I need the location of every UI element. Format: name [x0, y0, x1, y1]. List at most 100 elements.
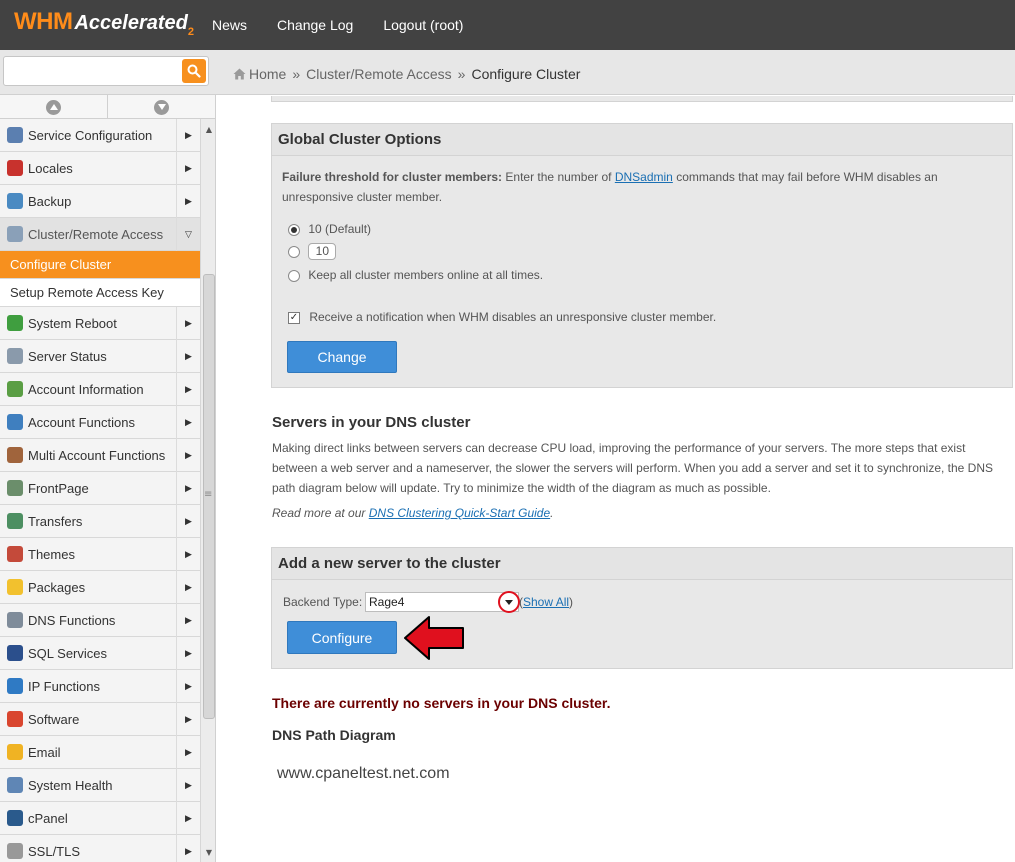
dns-path-diagram-title: DNS Path Diagram: [272, 727, 396, 743]
sidebar-item-locales[interactable]: Locales ▶: [0, 152, 200, 185]
chevron-right-icon[interactable]: ▶: [176, 769, 200, 802]
sidebar-item-cpanel[interactable]: cPanel ▶: [0, 802, 200, 835]
chevron-right-icon[interactable]: ▶: [176, 670, 200, 703]
sidebar-item-system-reboot[interactable]: System Reboot ▶: [0, 307, 200, 340]
chevron-right-icon[interactable]: ▶: [176, 373, 200, 406]
sidebar-item-label: FrontPage: [28, 480, 89, 496]
chevron-down-icon[interactable]: ▽: [176, 218, 200, 251]
nav-change-log[interactable]: Change Log: [277, 17, 353, 33]
radio-default-row[interactable]: 10 (Default): [288, 219, 371, 239]
sidebar-item-label: Service Configuration: [28, 127, 153, 143]
sidebar-subitem-configure-cluster[interactable]: Configure Cluster: [0, 251, 200, 279]
sidebar-item-dns-functions[interactable]: DNS Functions ▶: [0, 604, 200, 637]
chevron-right-icon[interactable]: ▶: [176, 835, 200, 862]
radio-default[interactable]: [288, 223, 300, 236]
search-input[interactable]: [6, 59, 178, 83]
chevron-right-icon[interactable]: ▶: [176, 736, 200, 769]
sidebar-item-multi-account-functions[interactable]: Multi Account Functions ▶: [0, 439, 200, 472]
account-info-icon: [7, 381, 23, 397]
sidebar-item-ssl-tls[interactable]: SSL/TLS ▶: [0, 835, 200, 862]
previous-panel-edge: [271, 96, 1013, 102]
nav-news[interactable]: News: [212, 17, 247, 33]
scroll-up-arrow-icon[interactable]: ▲: [201, 123, 215, 137]
sidebar-scroll-down-button[interactable]: [108, 95, 215, 119]
sidebar-item-transfers[interactable]: Transfers ▶: [0, 505, 200, 538]
sidebar-item-email[interactable]: Email ▶: [0, 736, 200, 769]
chevron-right-icon[interactable]: ▶: [176, 637, 200, 670]
sidebar-item-ip-functions[interactable]: IP Functions ▶: [0, 670, 200, 703]
whm-logo[interactable]: WHM Accelerated2: [14, 8, 194, 42]
sidebar-menu: Service Configuration ▶ Locales ▶ Backup ▶ Clu…: [0, 119, 200, 862]
chevron-right-icon[interactable]: ▶: [176, 340, 200, 373]
sidebar-item-backup[interactable]: Backup ▶: [0, 185, 200, 218]
notify-checkbox[interactable]: ✓: [288, 311, 300, 324]
failure-threshold-label: Failure threshold for cluster members:: [282, 170, 503, 184]
health-icon: [7, 777, 23, 793]
read-more-line: Read more at our DNS Clustering Quick-St…: [272, 503, 553, 523]
sidebar-item-frontpage[interactable]: FrontPage ▶: [0, 472, 200, 505]
sidebar-item-software[interactable]: Software ▶: [0, 703, 200, 736]
chevron-right-icon[interactable]: ▶: [176, 472, 200, 505]
chevron-right-icon[interactable]: ▶: [176, 307, 200, 340]
account-functions-icon: [7, 414, 23, 430]
main-content: Global Cluster Options Failure threshold…: [216, 96, 1015, 862]
sidebar-item-system-health[interactable]: System Health ▶: [0, 769, 200, 802]
radio-custom-row[interactable]: 10: [288, 241, 337, 261]
breadcrumb-separator: »: [457, 66, 466, 82]
sidebar-item-packages[interactable]: Packages ▶: [0, 571, 200, 604]
sidebar: Service Configuration ▶ Locales ▶ Backup ▶ Clu…: [0, 95, 216, 862]
nav-logout[interactable]: Logout (root): [383, 17, 463, 33]
custom-threshold-input[interactable]: 10: [308, 243, 337, 261]
chevron-right-icon[interactable]: ▶: [176, 119, 200, 152]
search-button[interactable]: [182, 59, 206, 83]
radio-default-label: 10 (Default): [308, 222, 372, 236]
show-all-link[interactable]: Show All: [523, 595, 569, 609]
breadcrumb: Home » Cluster/Remote Access » Configure…: [233, 66, 580, 82]
no-servers-message: There are currently no servers in your D…: [272, 695, 611, 711]
chevron-right-icon[interactable]: ▶: [176, 152, 200, 185]
sidebar-item-cluster-remote-access[interactable]: Cluster/Remote Access ▽: [0, 218, 200, 251]
scroll-down-arrow-icon[interactable]: ▼: [201, 846, 215, 860]
chevron-right-icon[interactable]: ▶: [176, 538, 200, 571]
themes-icon: [7, 546, 23, 562]
chevron-right-icon[interactable]: ▶: [176, 802, 200, 835]
sidebar-scroll-up-button[interactable]: [0, 95, 108, 119]
radio-custom[interactable]: [288, 245, 300, 258]
chevron-right-icon[interactable]: ▶: [176, 406, 200, 439]
notify-row[interactable]: ✓ Receive a notification when WHM disabl…: [288, 307, 716, 327]
sidebar-item-themes[interactable]: Themes ▶: [0, 538, 200, 571]
sidebar-item-label: SQL Services: [28, 645, 107, 661]
sidebar-item-account-information[interactable]: Account Information ▶: [0, 373, 200, 406]
sidebar-item-server-status[interactable]: Server Status ▶: [0, 340, 200, 373]
arrow-down-icon: [154, 99, 169, 115]
gears-icon: [7, 127, 23, 143]
dnsadmin-link[interactable]: DNSadmin: [615, 170, 673, 184]
chevron-right-icon[interactable]: ▶: [176, 505, 200, 538]
breadcrumb-home[interactable]: Home: [249, 66, 286, 82]
sidebar-item-label: cPanel: [28, 810, 68, 826]
sidebar-subitem-setup-remote-access-key[interactable]: Setup Remote Access Key: [0, 279, 200, 307]
failure-threshold-description: Failure threshold for cluster members: E…: [282, 167, 982, 207]
sidebar-scrollbar[interactable]: ▲ ≡ ▼: [200, 119, 215, 862]
configure-button[interactable]: Configure: [287, 621, 397, 654]
logo-accelerated: Accelerated: [74, 12, 188, 34]
sidebar-item-account-functions[interactable]: Account Functions ▶: [0, 406, 200, 439]
chevron-right-icon[interactable]: ▶: [176, 571, 200, 604]
change-button[interactable]: Change: [287, 341, 397, 373]
notify-label: Receive a notification when WHM disables…: [309, 310, 717, 324]
sidebar-item-sql-services[interactable]: SQL Services ▶: [0, 637, 200, 670]
sidebar-item-service-configuration[interactable]: Service Configuration ▶: [0, 119, 200, 152]
sidebar-item-label: Transfers: [28, 513, 83, 529]
chevron-right-icon[interactable]: ▶: [176, 439, 200, 472]
read-more-period: .: [550, 506, 554, 520]
quick-start-guide-link[interactable]: DNS Clustering Quick-Start Guide: [369, 506, 550, 520]
chevron-right-icon[interactable]: ▶: [176, 185, 200, 218]
chevron-right-icon[interactable]: ▶: [176, 703, 200, 736]
home-icon[interactable]: [233, 68, 246, 80]
radio-keep-online[interactable]: [288, 269, 300, 282]
breadcrumb-section[interactable]: Cluster/Remote Access: [306, 66, 452, 82]
global-cluster-options-panel: Global Cluster Options Failure threshold…: [271, 123, 1013, 388]
radio-online-row[interactable]: Keep all cluster members online at all t…: [288, 265, 543, 285]
chevron-right-icon[interactable]: ▶: [176, 604, 200, 637]
server-icon: [7, 348, 23, 364]
